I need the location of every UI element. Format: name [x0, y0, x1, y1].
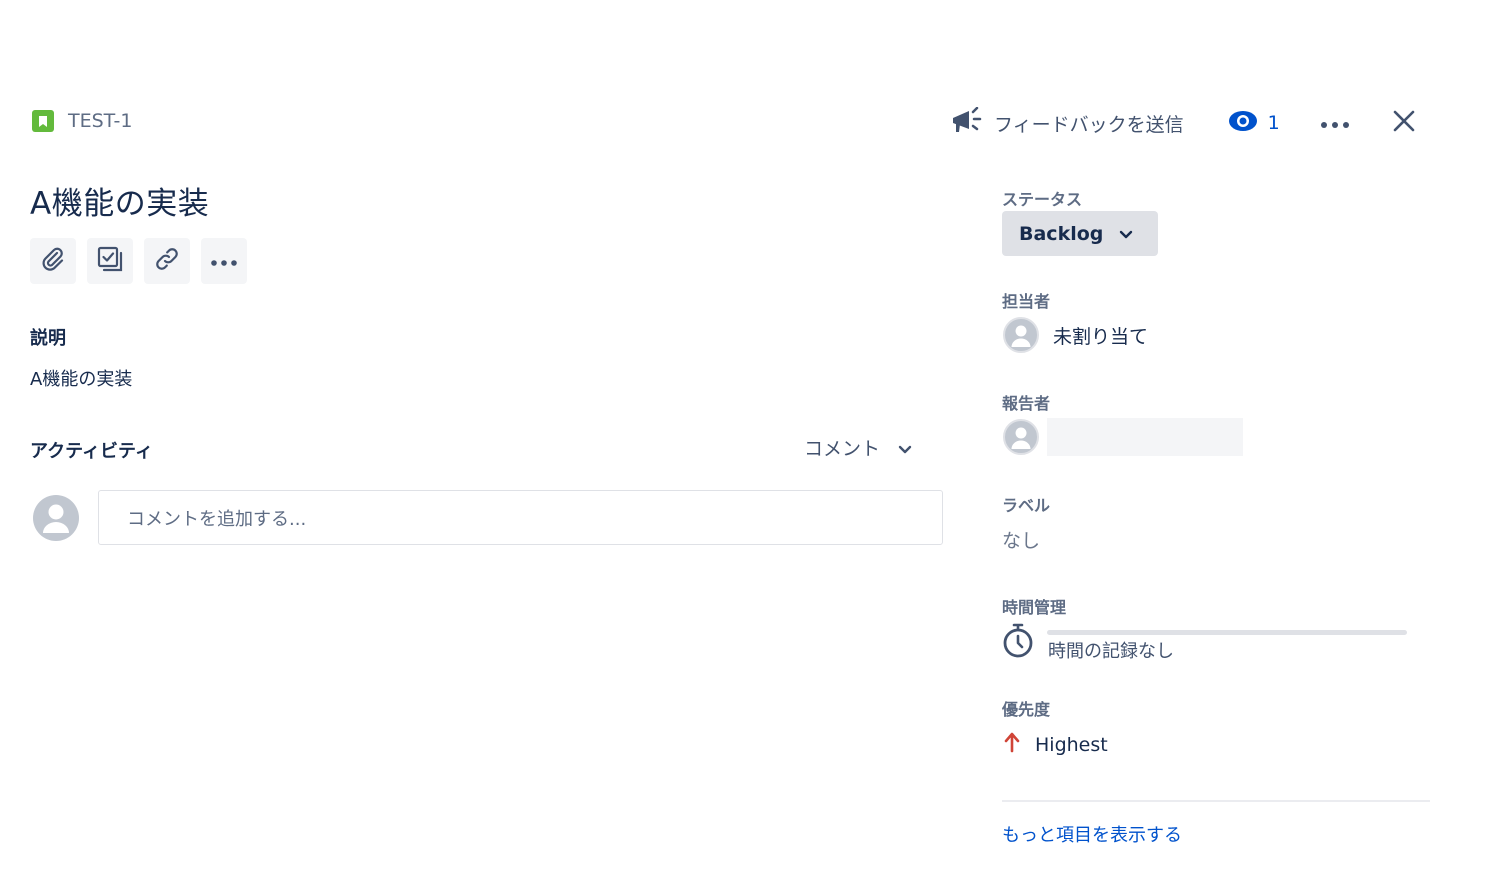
more-actions-button[interactable]: [1320, 114, 1350, 133]
priority-value: Highest: [1035, 733, 1108, 756]
time-tracking-field[interactable]: 時間の記録なし: [1002, 622, 1408, 662]
current-user-avatar: [33, 495, 79, 541]
watch-count: 1: [1267, 112, 1280, 134]
time-tracking-progress-bar: [1047, 630, 1407, 635]
assignee-value: 未割り当て: [1053, 325, 1149, 348]
ellipsis-icon: [210, 252, 238, 271]
link-icon: [153, 245, 181, 277]
comment-input[interactable]: コメントを追加する...: [98, 490, 943, 545]
status-label: ステータス: [1002, 190, 1083, 209]
chevron-down-icon: [1119, 229, 1133, 239]
ellipsis-icon: [1320, 114, 1350, 133]
status-value: Backlog: [1019, 222, 1104, 245]
priority-field[interactable]: Highest: [1003, 731, 1108, 758]
issue-summary[interactable]: A機能の実装: [30, 178, 209, 223]
reporter-label: 報告者: [1002, 394, 1051, 413]
description-heading: 説明: [30, 328, 66, 349]
watch-button[interactable]: 1: [1228, 110, 1280, 137]
issue-key-link[interactable]: TEST-1: [68, 110, 132, 132]
priority-label: 優先度: [1002, 700, 1051, 719]
show-more-fields-link[interactable]: もっと項目を表示する: [1002, 821, 1182, 847]
labels-field[interactable]: なし: [1002, 526, 1040, 553]
assignee-field[interactable]: 未割り当て: [1003, 317, 1148, 353]
link-issue-button[interactable]: [144, 238, 190, 284]
status-dropdown[interactable]: Backlog: [1002, 211, 1158, 256]
issue-breadcrumb: TEST-1: [32, 110, 132, 132]
activity-filter-dropdown[interactable]: コメント: [804, 434, 912, 461]
assignee-avatar: [1003, 317, 1039, 353]
stopwatch-icon: [1002, 622, 1036, 664]
story-icon: [32, 110, 54, 132]
add-child-issue-button[interactable]: [87, 238, 133, 284]
time-tracking-label: 時間管理: [1002, 598, 1067, 617]
reporter-field[interactable]: [1003, 418, 1243, 456]
comment-placeholder: コメントを追加する...: [127, 508, 307, 530]
checklist-icon: [96, 245, 124, 277]
assignee-label: 担当者: [1002, 292, 1051, 311]
time-tracking-value: 時間の記録なし: [1048, 641, 1174, 662]
arrow-up-icon: [1003, 731, 1021, 758]
reporter-avatar: [1003, 419, 1039, 455]
activity-filter-label: コメント: [804, 438, 881, 460]
header-actions: フィードバックを送信 1: [950, 104, 1416, 142]
description-field[interactable]: A機能の実装: [30, 365, 132, 391]
paperclip-icon: [40, 246, 66, 276]
feedback-button[interactable]: フィードバックを送信: [950, 106, 1184, 140]
close-button[interactable]: [1392, 109, 1416, 137]
labels-label: ラベル: [1002, 496, 1051, 515]
attach-button[interactable]: [30, 238, 76, 284]
issue-detail-view: TEST-1 フィードバックを送信 1 A機能の実装 説明 A機能の実装 アクテ…: [0, 0, 1498, 894]
feedback-label: フィードバックを送信: [994, 113, 1184, 136]
toolbar-more-button[interactable]: [201, 238, 247, 284]
issue-toolbar: [30, 238, 247, 284]
activity-heading: アクティビティ: [30, 441, 153, 462]
megaphone-icon: [950, 106, 982, 140]
eye-icon: [1228, 110, 1258, 137]
chevron-down-icon: [898, 437, 912, 459]
reporter-name-placeholder: [1047, 418, 1243, 456]
sidebar-divider: [1002, 800, 1430, 802]
close-icon: [1392, 109, 1416, 137]
